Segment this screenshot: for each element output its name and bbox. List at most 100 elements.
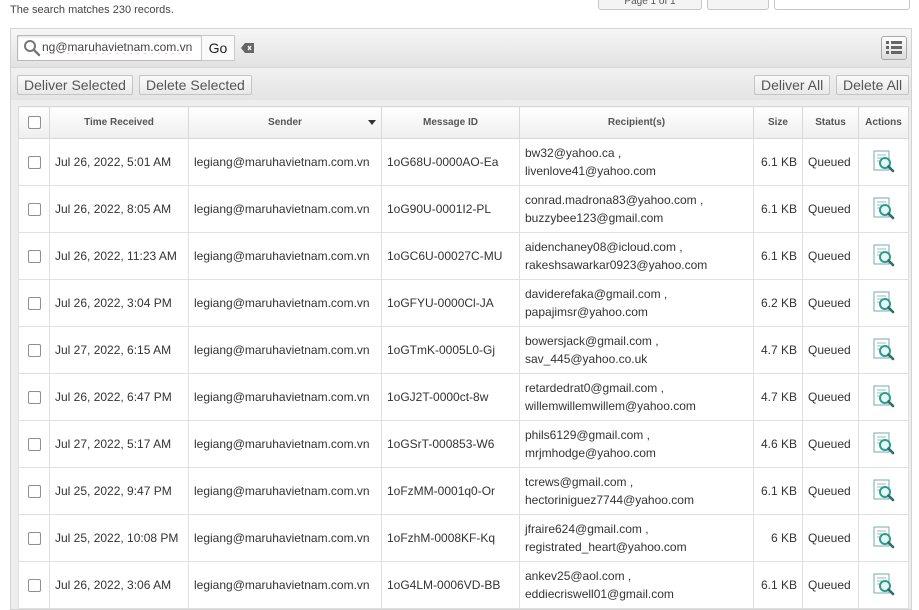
time-received-cell: Jul 25, 2022, 10:08 PM [49,514,189,562]
recipients-cell: daviderefaka@gmail.com , papajimsr@yahoo… [519,279,754,327]
recipients-cell: ankev25@aol.com , eddiecriswell01@gmail.… [519,561,754,609]
row-select-cell[interactable] [18,373,50,421]
recipient-secondary: papajimsr@yahoo.com [525,305,648,319]
search-box[interactable] [17,35,203,61]
recipient-primary: conrad.madrona83@yahoo.com , [525,193,704,207]
select-all-header[interactable] [18,106,50,139]
search-input[interactable] [42,38,198,56]
view-message-icon[interactable] [872,338,896,362]
recipient-secondary: buzzybee123@gmail.com [525,211,664,225]
table-row: Jul 25, 2022, 9:47 PM legiang@maruhaviet… [18,467,909,515]
sender-cell: legiang@maruhavietnam.com.vn [188,420,382,468]
sender-cell: legiang@maruhavietnam.com.vn [188,279,382,327]
time-received-cell: Jul 26, 2022, 5:01 AM [49,138,189,186]
message-id-cell: 1oGJ2T-0000ct-8w [381,373,520,421]
row-checkbox[interactable] [27,156,41,170]
time-received-cell: Jul 26, 2022, 3:04 PM [49,279,189,327]
size-cell: 6.1 KB [753,232,803,280]
recipients-cell: aidenchaney08@icloud.com , rakeshsawarka… [519,232,754,280]
size-cell: 6 KB [753,514,803,562]
message-id-cell: 1oG90U-0001I2-PL [381,185,520,233]
actions-cell [858,326,909,374]
view-message-icon[interactable] [872,291,896,315]
view-message-icon[interactable] [872,573,896,597]
column-header-message-id[interactable]: Message ID [381,106,520,139]
recipient-secondary: eddiecriswell01@gmail.com [525,587,674,601]
clear-search-icon[interactable] [241,41,255,55]
sender-cell: legiang@maruhavietnam.com.vn [188,561,382,609]
row-select-cell[interactable] [18,279,50,327]
time-received-cell: Jul 27, 2022, 5:17 AM [49,420,189,468]
deliver-all-button[interactable]: Deliver All [754,75,831,95]
row-select-cell[interactable] [18,185,50,233]
row-select-cell[interactable] [18,561,50,609]
row-select-cell[interactable] [18,514,50,562]
status-cell: Queued [802,138,859,186]
queue-table: Time Received Sender Message ID Recipien… [18,106,909,609]
size-cell: 6.1 KB [753,185,803,233]
row-checkbox[interactable] [27,485,41,499]
table-row: Jul 27, 2022, 5:17 AM legiang@maruhaviet… [18,420,909,468]
column-header-recipients[interactable]: Recipient(s) [519,106,754,139]
view-message-icon[interactable] [872,385,896,409]
view-message-icon[interactable] [872,197,896,221]
column-header-size[interactable]: Size [753,106,803,139]
pagination-go-button[interactable] [707,0,769,10]
row-select-cell[interactable] [18,326,50,374]
recipient-primary: retardedrat0@gmail.com , [525,381,664,395]
row-checkbox[interactable] [27,579,41,593]
view-message-icon[interactable] [872,432,896,456]
recipients-cell: jfraire624@gmail.com , registrated_heart… [519,514,754,562]
row-select-cell[interactable] [18,232,50,280]
column-header-time[interactable]: Time Received [49,106,189,139]
size-cell: 6.1 KB [753,467,803,515]
row-checkbox[interactable] [27,391,41,405]
select-all-checkbox[interactable] [27,116,41,129]
recipient-secondary: registrated_heart@yahoo.com [525,540,687,554]
view-message-icon[interactable] [872,526,896,550]
delete-all-button[interactable]: Delete All [836,75,910,95]
table-header-row: Time Received Sender Message ID Recipien… [18,106,909,139]
status-cell: Queued [802,326,859,374]
column-header-actions: Actions [858,106,909,139]
status-cell: Queued [802,467,859,515]
message-id-cell: 1oGFYU-0000Cl-JA [381,279,520,327]
row-checkbox[interactable] [27,438,41,452]
recipients-cell: retardedrat0@gmail.com , willemwillemwil… [519,373,754,421]
row-checkbox[interactable] [27,344,41,358]
time-received-cell: Jul 26, 2022, 6:47 PM [49,373,189,421]
row-checkbox[interactable] [27,250,41,264]
row-select-cell[interactable] [18,420,50,468]
status-cell: Queued [802,514,859,562]
message-id-cell: 1oGSrT-000853-W6 [381,420,520,468]
status-cell: Queued [802,185,859,233]
recipient-primary: daviderefaka@gmail.com , [525,287,668,301]
row-checkbox[interactable] [27,297,41,311]
pagination-search-box[interactable] [774,0,910,10]
row-select-cell[interactable] [18,138,50,186]
actions-cell [858,561,909,609]
recipient-secondary: willemwillemwillem@yahoo.com [525,399,696,413]
row-checkbox[interactable] [27,203,41,217]
sender-cell: legiang@maruhavietnam.com.vn [188,138,382,186]
message-id-cell: 1oGC6U-00027C-MU [381,232,520,280]
recipient-primary: aidenchaney08@icloud.com , [525,240,683,254]
delete-selected-button[interactable]: Delete Selected [139,75,252,95]
view-message-icon[interactable] [872,244,896,268]
table-row: Jul 26, 2022, 3:06 AM legiang@maruhaviet… [18,561,909,609]
go-button[interactable]: Go [201,35,235,61]
view-message-icon[interactable] [872,150,896,174]
column-header-sender[interactable]: Sender [188,106,382,139]
column-header-status[interactable]: Status [802,106,859,139]
recipient-secondary: rakeshsawarkar0923@yahoo.com [525,258,708,272]
row-select-cell[interactable] [18,467,50,515]
row-checkbox[interactable] [27,532,41,546]
deliver-selected-button[interactable]: Deliver Selected [17,75,133,95]
table-row: Jul 25, 2022, 10:08 PM legiang@maruhavie… [18,514,909,562]
actions-cell [858,232,909,280]
actions-cell [858,373,909,421]
message-id-cell: 1oGTmK-0005L0-Gj [381,326,520,374]
column-list-icon[interactable] [881,36,907,60]
sender-cell: legiang@maruhavietnam.com.vn [188,185,382,233]
view-message-icon[interactable] [872,479,896,503]
